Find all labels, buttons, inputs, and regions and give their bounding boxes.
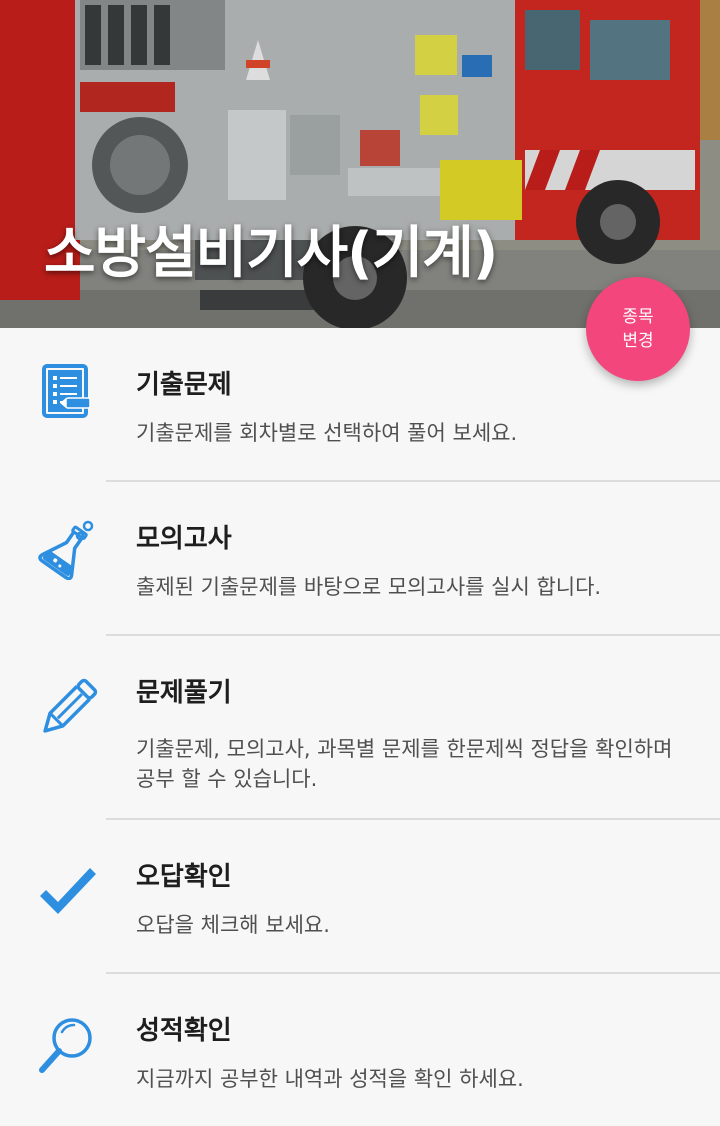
- menu-item-description: 오답을 체크해 보세요.: [136, 913, 330, 937]
- menu-item-title: 모의고사: [136, 524, 232, 554]
- change-subject-label-line2: 변경: [622, 331, 654, 351]
- menu-item-description: 지금까지 공부한 내역과 성적을 확인 하세요.: [136, 1067, 524, 1091]
- menu-item-review-wrong-answers[interactable]: 오답확인 오답을 체크해 보세요.: [0, 820, 720, 974]
- header-banner: 소방설비기사(기계): [0, 0, 720, 328]
- app-screen: 소방설비기사(기계) 종목 변경 기출문제 기출문제를 회차별로 선택하여 풀어…: [0, 0, 720, 1126]
- menu-item-title: 문제풀기: [136, 678, 232, 708]
- flask-icon: [38, 520, 94, 580]
- menu-item-mock-exam[interactable]: 모의고사 출제된 기출문제를 바탕으로 모의고사를 실시 합니다.: [0, 482, 720, 636]
- menu-item-description: 기출문제를 회차별로 선택하여 풀어 보세요.: [136, 421, 518, 445]
- menu-item-title: 기출문제: [136, 370, 232, 400]
- magnifier-icon: [39, 1018, 92, 1073]
- page-title: 소방설비기사(기계): [44, 221, 498, 286]
- menu-list: 기출문제 기출문제를 회차별로 선택하여 풀어 보세요. 모의고사 출제된 기출…: [0, 328, 720, 1126]
- change-subject-label-line1: 종목: [622, 307, 654, 327]
- menu-item-title: 오답확인: [136, 862, 232, 892]
- menu-item-check-grades[interactable]: 성적확인 지금까지 공부한 내역과 성적을 확인 하세요.: [0, 974, 720, 1126]
- menu-item-description: 출제된 기출문제를 바탕으로 모의고사를 실시 합니다.: [136, 575, 602, 599]
- exam-sheet-icon: [42, 364, 91, 418]
- menu-item-solve-problems[interactable]: 문제풀기 기출문제, 모의고사, 과목별 문제를 한문제씩 정답을 확인하며 공…: [0, 636, 720, 820]
- menu-item-description: 기출문제, 모의고사, 과목별 문제를 한문제씩 정답을 확인하며 공부 할 수…: [136, 737, 673, 791]
- change-subject-button[interactable]: 종목 변경: [586, 277, 690, 381]
- pencil-icon: [43, 678, 98, 733]
- menu-item-title: 성적확인: [136, 1016, 232, 1046]
- checkmark-icon: [40, 868, 96, 914]
